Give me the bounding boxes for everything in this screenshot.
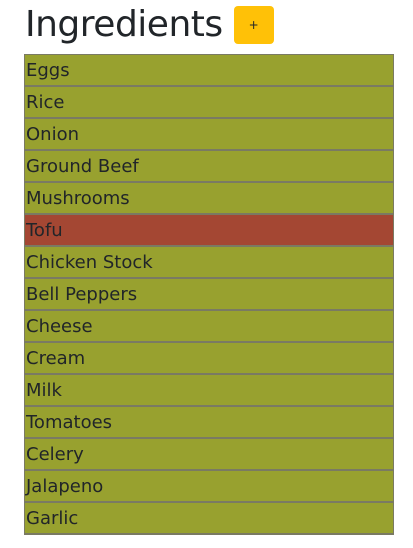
ingredient-list: Eggs Rice Onion Ground Beef Mushrooms To… (24, 54, 394, 535)
list-item[interactable]: Tomatoes (24, 407, 394, 439)
list-item-selected[interactable]: Tofu (24, 215, 394, 247)
list-item[interactable]: Ground Beef (24, 151, 394, 183)
list-item[interactable]: Cream (24, 343, 394, 375)
list-item[interactable]: Celery (24, 439, 394, 471)
list-item[interactable]: Cheese (24, 311, 394, 343)
list-item[interactable]: Jalapeno (24, 471, 394, 503)
list-item[interactable]: Rice (24, 87, 394, 119)
list-item[interactable]: Chicken Stock (24, 247, 394, 279)
list-item[interactable]: Milk (24, 375, 394, 407)
list-item[interactable]: Garlic (24, 503, 394, 535)
list-item[interactable]: Onion (24, 119, 394, 151)
list-item[interactable]: Mushrooms (24, 183, 394, 215)
add-ingredient-button[interactable]: + (233, 6, 274, 44)
list-item[interactable]: Bell Peppers (24, 279, 394, 311)
page-title: Ingredients (25, 4, 223, 45)
header: Ingredients + (25, 0, 274, 50)
list-item[interactable]: Eggs (24, 55, 394, 87)
